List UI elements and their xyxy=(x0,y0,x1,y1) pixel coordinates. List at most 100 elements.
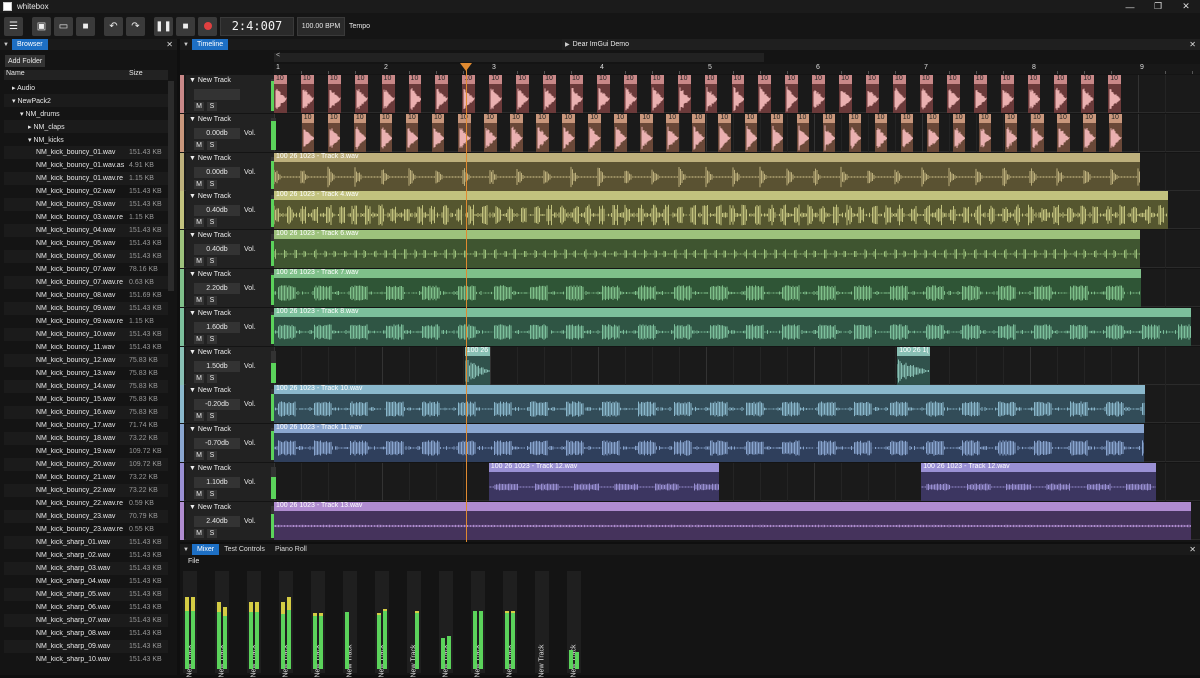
folder-row[interactable]: ▾ NewPack2 xyxy=(4,94,168,107)
mute-button[interactable]: M xyxy=(194,257,204,267)
audio-clip[interactable]: 100 26 1023 - Track 8.wav xyxy=(274,307,1191,346)
file-row[interactable]: NM_kick_bouncy_09.wav.re 1.15 KB xyxy=(4,315,168,328)
folder-row[interactable]: ▸ Audio xyxy=(4,81,168,94)
open-folder-icon[interactable]: ▭ xyxy=(54,16,73,36)
file-row[interactable]: NM_kick_bouncy_13.wav 75.83 KB xyxy=(4,367,168,380)
file-row[interactable]: NM_kick_bouncy_03.wav.re 1.15 KB xyxy=(4,211,168,224)
volume-field[interactable]: 1.10db xyxy=(194,477,240,488)
file-row[interactable]: NM_kick_bouncy_18.wav 73.22 KB xyxy=(4,432,168,445)
hit-clip[interactable]: 10 xyxy=(1000,75,1014,113)
file-row[interactable]: NM_kick_bouncy_08.wav 151.69 KB xyxy=(4,289,168,302)
file-row[interactable]: NM_kick_bouncy_07.wav 78.16 KB xyxy=(4,263,168,276)
mixer-channel[interactable]: New Track xyxy=(183,571,197,678)
hit-clip[interactable]: 10 xyxy=(770,113,784,152)
hit-clip[interactable]: 10 xyxy=(379,113,393,152)
file-row[interactable]: NM_kick_bouncy_07.wav.re 0.63 KB xyxy=(4,276,168,289)
file-row[interactable]: NM_kick_sharp_01.wav 151.43 KB xyxy=(4,536,168,549)
track-name[interactable]: ▼ New Track xyxy=(189,77,231,84)
hit-clip[interactable]: 10 xyxy=(510,113,523,152)
file-row[interactable]: NM_kick_bouncy_23.wav.re 0.55 KB xyxy=(4,523,168,536)
maximize-icon[interactable]: ❐ xyxy=(1144,0,1172,13)
volume-field[interactable]: 0.40db xyxy=(194,205,240,217)
hit-clip[interactable]: 10 xyxy=(484,113,497,152)
file-row[interactable]: NM_kick_bouncy_01.wav 151.43 KB xyxy=(4,146,168,159)
audio-clip[interactable]: 100 26 1023 - Track 12.wav xyxy=(488,463,720,501)
hit-clip[interactable]: 10 xyxy=(623,75,637,113)
undo-icon[interactable]: ↶ xyxy=(104,16,123,36)
mute-button[interactable]: M xyxy=(194,296,204,305)
hit-clip[interactable]: 10 xyxy=(516,75,530,113)
mute-button[interactable]: M xyxy=(194,373,204,383)
file-row[interactable]: NM_kick_bouncy_19.wav 109.72 KB xyxy=(4,445,168,458)
mute-button[interactable]: M xyxy=(194,490,204,499)
mute-button[interactable]: M xyxy=(194,140,204,150)
audio-clip[interactable]: 100 26 1023 - Track 10.wav xyxy=(274,385,1146,424)
hit-clip[interactable]: 10 xyxy=(614,113,627,152)
hit-clip[interactable]: 10 xyxy=(354,75,368,113)
audio-clip[interactable]: 100 26 1023 - Track 12.wav xyxy=(921,463,1156,501)
hit-clip[interactable]: 10 xyxy=(570,75,583,113)
hit-clip[interactable]: 10 xyxy=(596,75,610,113)
close-window-icon[interactable]: ✕ xyxy=(1172,0,1200,13)
audio-clip[interactable]: 100 26 1023 - Track 3.wav xyxy=(274,152,1140,191)
hit-clip[interactable]: 10 xyxy=(543,75,557,113)
mute-button[interactable]: M xyxy=(194,218,204,228)
file-row[interactable]: NM_kick_bouncy_22.wav.re 0.59 KB xyxy=(4,497,168,510)
collapse-icon[interactable]: ▼ xyxy=(0,42,12,48)
hit-clip[interactable]: 10 xyxy=(718,113,731,152)
file-row[interactable]: NM_kick_bouncy_02.wav 151.43 KB xyxy=(4,185,168,198)
file-row[interactable]: NM_kick_bouncy_15.wav 75.83 KB xyxy=(4,393,168,406)
playhead-line[interactable] xyxy=(466,66,467,542)
collapse-icon[interactable]: ▼ xyxy=(180,547,192,553)
hit-clip[interactable]: 10 xyxy=(744,113,758,152)
volume-field[interactable]: 0.00db xyxy=(194,166,240,178)
volume-field[interactable] xyxy=(194,89,240,100)
audio-clip[interactable]: 100 26 1023 - Track 13.wav xyxy=(274,501,1191,540)
column-name[interactable]: Name xyxy=(4,70,126,80)
audio-clip[interactable]: 100 26 1( xyxy=(897,346,930,385)
hit-clip[interactable]: 10 xyxy=(1083,113,1096,152)
hit-clip[interactable]: 10 xyxy=(1109,113,1122,152)
hit-clip[interactable]: 10 xyxy=(435,75,449,113)
redo-icon[interactable]: ↷ xyxy=(126,16,145,36)
mixer-channel[interactable]: New Track xyxy=(375,571,389,678)
hit-clip[interactable]: 10 xyxy=(812,75,826,113)
track-name[interactable]: ▼ New Track xyxy=(189,426,231,433)
hit-clip[interactable]: 10 xyxy=(353,113,367,152)
volume-field[interactable]: 2.20db xyxy=(194,283,240,294)
mute-button[interactable]: M xyxy=(194,528,204,538)
solo-button[interactable]: S xyxy=(207,257,217,267)
column-size[interactable]: Size xyxy=(126,70,143,80)
volume-field[interactable]: 1.50db xyxy=(194,360,240,372)
close-icon[interactable]: ✕ xyxy=(1189,545,1196,554)
hit-clip[interactable]: 10 xyxy=(1027,75,1041,113)
mute-button[interactable]: M xyxy=(194,102,204,111)
track-name[interactable]: ▼ New Track xyxy=(189,271,231,278)
mixer-channel[interactable]: New Track xyxy=(407,571,421,678)
hit-clip[interactable]: 10 xyxy=(462,75,476,113)
hit-clip[interactable]: 10 xyxy=(489,75,503,113)
file-row[interactable]: NM_kick_bouncy_01.wav.re 1.15 KB xyxy=(4,172,168,185)
volume-field[interactable]: -0.20db xyxy=(194,399,240,411)
file-row[interactable]: NM_kick_sharp_07.wav 151.43 KB xyxy=(4,614,168,627)
solo-button[interactable]: S xyxy=(207,528,217,538)
mixer-channel[interactable]: New Track xyxy=(343,571,357,678)
hit-clip[interactable]: 10 xyxy=(431,113,445,152)
folder-row[interactable]: ▸ NM_claps xyxy=(4,120,168,133)
file-row[interactable]: NM_kick_bouncy_03.wav 151.43 KB xyxy=(4,198,168,211)
tab-demo[interactable]: Dear ImGui Demo xyxy=(573,41,629,48)
solo-button[interactable]: S xyxy=(207,179,217,189)
track-name[interactable]: ▼ New Track xyxy=(189,310,231,317)
file-row[interactable]: NM_kick_bouncy_12.wav 75.83 KB xyxy=(4,354,168,367)
audio-clip[interactable]: 100 26 1023 - Track 11.wav xyxy=(274,424,1145,463)
mixer-channel[interactable]: New Track xyxy=(439,571,453,678)
hit-clip[interactable]: 10 xyxy=(839,75,853,113)
mixer-channel[interactable]: New Track xyxy=(215,571,229,678)
save-icon[interactable]: ■ xyxy=(76,16,95,36)
file-row[interactable]: NM_kick_bouncy_06.wav 151.43 KB xyxy=(4,250,168,263)
audio-clip[interactable]: 100 26 1023 - Track 6.wav xyxy=(274,230,1140,269)
browser-scrollbar[interactable] xyxy=(168,81,174,291)
file-row[interactable]: NM_kick_bouncy_10.wav 151.43 KB xyxy=(4,328,168,341)
solo-button[interactable]: S xyxy=(207,451,217,461)
folder-row[interactable]: ▾ NM_drums xyxy=(4,107,168,120)
